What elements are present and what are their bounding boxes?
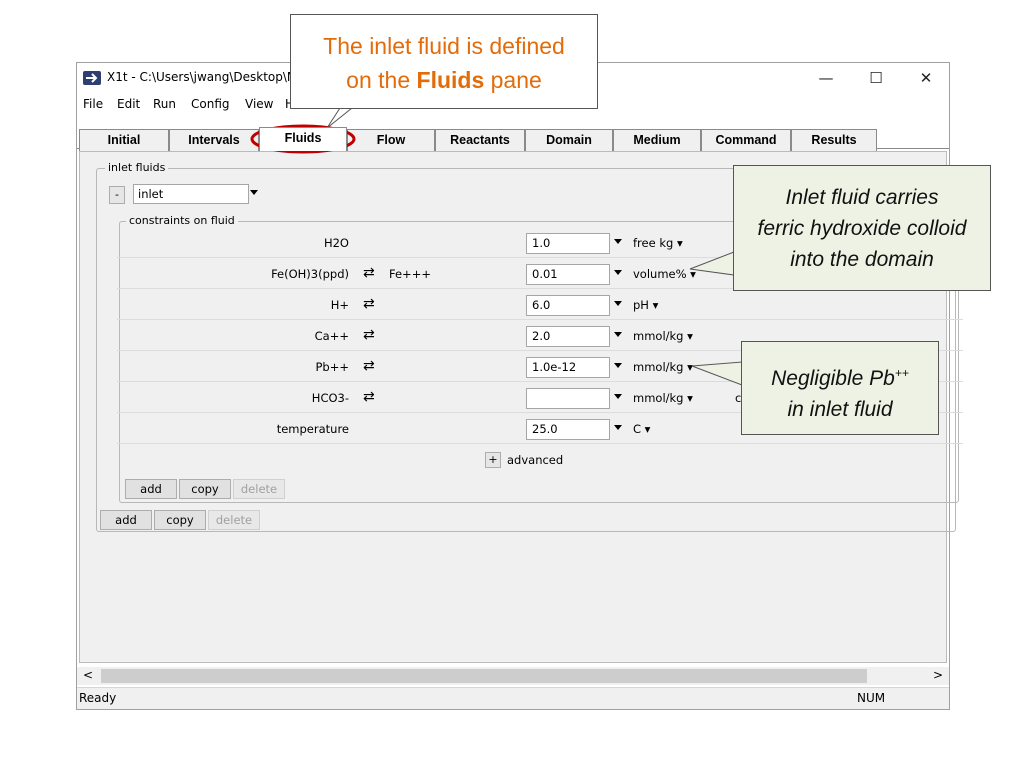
top-callout-post: pane [484,67,542,93]
callout-ferric-line1: Inlet fluid carries [785,186,939,209]
callout-lead-sup: ++ [894,366,909,380]
callout-lead-text: Negligible Pb [771,367,895,390]
callout-ferric-line3: into the domain [790,248,934,271]
callout-ferric-line2: ferric hydroxide colloid [757,217,967,240]
top-callout-line2: on the Fluids pane [291,63,597,97]
callout-lead-line1: Negligible Pb++ [742,358,938,394]
callout-lead: Negligible Pb++ in inlet fluid [741,341,939,435]
callout-lead-line2: in inlet fluid [787,398,893,421]
top-callout: The inlet fluid is defined on the Fluids… [290,14,598,109]
callout2-pointer [691,361,743,386]
callout1-pointer [689,251,735,276]
tab-fluids[interactable]: Fluids [259,127,347,151]
top-callout-bold: Fluids [416,67,485,93]
callout-ferric: Inlet fluid carries ferric hydroxide col… [733,165,991,291]
top-callout-pointer [326,107,354,129]
top-callout-line1: The inlet fluid is defined [323,33,565,59]
top-callout-pre: on the [346,67,417,93]
